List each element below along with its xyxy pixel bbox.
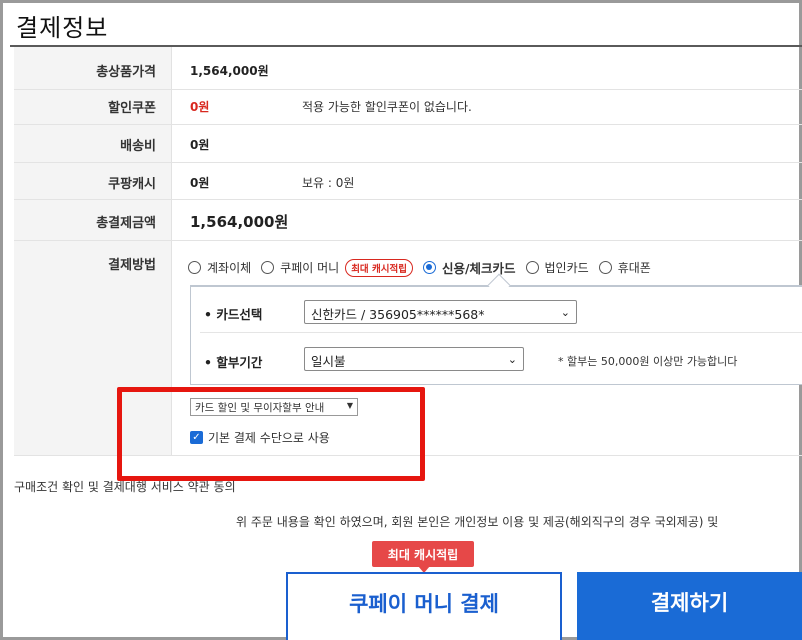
shipping-fee-value: 0원 [190, 138, 210, 152]
radio-selected-icon [422, 261, 436, 274]
page-title: 결제정보 [16, 14, 109, 42]
max-cash-tooltip: 최대 캐시적립 [372, 541, 474, 567]
label-shipping-fee: 배송비 [120, 139, 156, 154]
card-select-dropdown[interactable]: 신한카드 / 356905******568* ⌄ [304, 300, 577, 324]
label-payment-method: 결제방법 [108, 258, 156, 273]
coupay-money-pay-button[interactable]: 쿠페이 머니 결제 [286, 572, 562, 640]
radio-circle-icon [188, 261, 201, 274]
coupon-unavailable-note: 적용 가능한 할인쿠폰이 없습니다. [302, 100, 472, 114]
coupang-cash-value: 0원 [190, 176, 210, 190]
radio-circle-icon [525, 261, 539, 274]
radio-circle-icon [598, 261, 612, 274]
installment-note: * 할부는 50,000원 이상만 가능합니다 [558, 355, 738, 368]
installment-select-dropdown[interactable]: 일시불 ⌄ [304, 347, 524, 371]
label-coupang-cash: 쿠팡캐시 [108, 177, 156, 192]
radio-coupay-money[interactable]: 쿠페이 머니 최대 캐시적립 [261, 258, 413, 277]
radio-label: 계좌이체 [207, 261, 252, 275]
total-product-price-value: 1,564,000원 [190, 64, 269, 78]
row-divider [14, 162, 802, 163]
row-divider [14, 89, 802, 90]
radio-bank-transfer[interactable]: 계좌이체 [188, 259, 251, 276]
card-select-value: 신한카드 / 356905******568* [311, 307, 485, 322]
chevron-down-icon: ⌄ [560, 306, 570, 319]
label-total-product-price: 총상품가격 [96, 65, 156, 80]
chevron-down-icon: ⌄ [507, 353, 517, 366]
max-cash-badge: 최대 캐시적립 [345, 258, 413, 277]
pay-button[interactable]: 결제하기 [577, 572, 802, 640]
installment-select-value: 일시불 [311, 354, 346, 369]
total-payment-value: 1,564,000원 [190, 213, 289, 231]
highlight-annotation-box [117, 387, 425, 481]
row-divider [14, 199, 802, 200]
panel-divider [200, 332, 802, 333]
radio-label: 신용/체크카드 [441, 261, 516, 276]
terms-agreement-text: 구매조건 확인 및 결제대행 서비스 약관 동의 [14, 480, 236, 494]
cash-balance-note: 보유 : 0원 [302, 176, 355, 190]
order-confirm-text: 위 주문 내용을 확인 하였으며, 회원 본인은 개인정보 이용 및 제공(해외… [236, 515, 719, 529]
radio-corporate-card[interactable]: 법인카드 [525, 259, 589, 276]
radio-label: 법인카드 [544, 261, 589, 275]
label-discount-coupon: 할인쿠폰 [108, 101, 156, 116]
radio-circle-icon [261, 261, 275, 274]
radio-label: 휴대폰 [617, 261, 651, 275]
installment-label: • 할부기간 [204, 355, 263, 370]
radio-credit-card[interactable]: 신용/체크카드 [422, 258, 516, 277]
card-select-label: • 카드선택 [204, 307, 263, 322]
payment-method-radio-group: 계좌이체 쿠페이 머니 최대 캐시적립 신용/체크카드 법인카드 휴대폰 [188, 258, 661, 277]
row-divider [14, 240, 802, 241]
label-total-payment: 총결제금액 [96, 216, 156, 231]
discount-coupon-value: 0원 [190, 100, 210, 114]
radio-label: 쿠페이 머니 [280, 261, 340, 275]
row-divider [14, 124, 802, 125]
radio-mobile-phone[interactable]: 휴대폰 [598, 259, 651, 276]
